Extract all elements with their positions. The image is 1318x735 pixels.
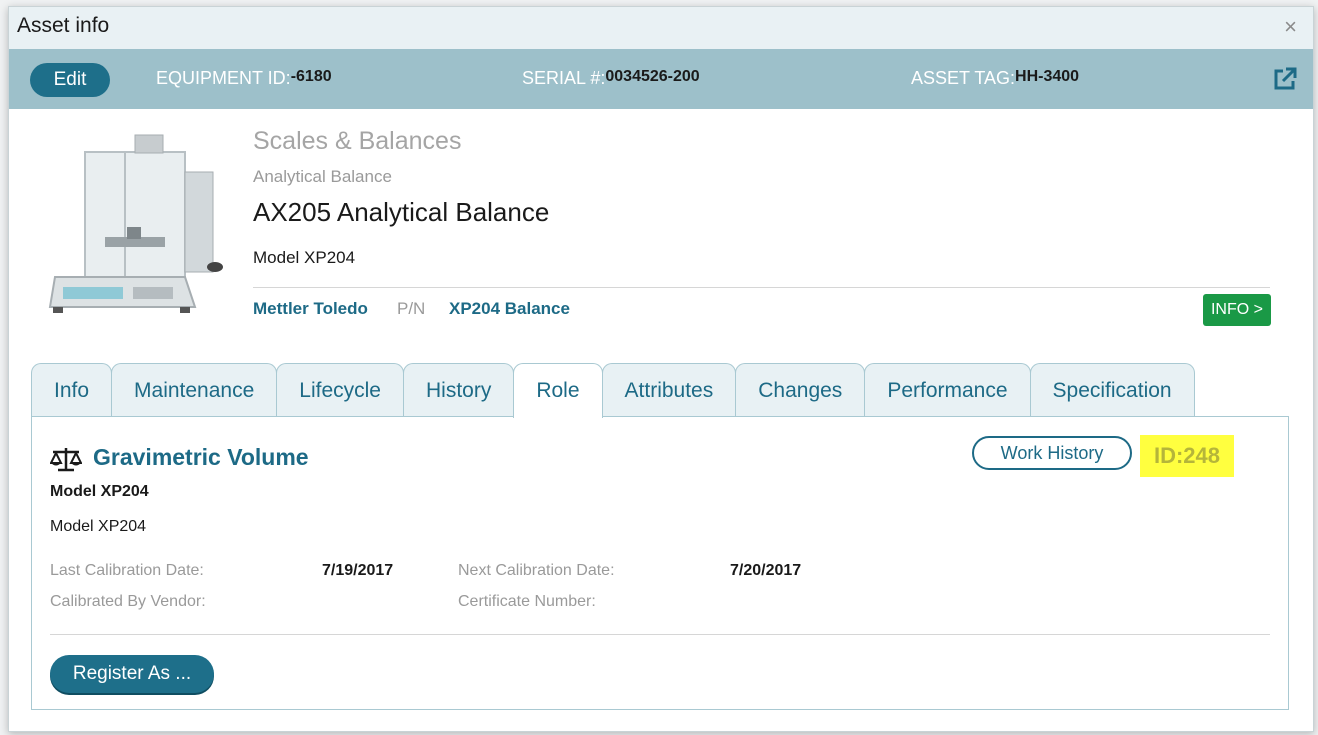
tab-info[interactable]: Info — [31, 363, 113, 417]
tab-changes[interactable]: Changes — [735, 363, 866, 417]
tab-attributes[interactable]: Attributes — [601, 363, 737, 417]
dialog-titlebar: Asset info × — [9, 7, 1313, 49]
tab-bar: Info Maintenance Lifecycle History Role … — [31, 363, 1195, 418]
product-image — [48, 134, 223, 313]
last-calibration-label: Last Calibration Date: — [50, 562, 204, 579]
info-button[interactable]: INFO > — [1203, 294, 1271, 326]
equipment-id-value: -6180 — [290, 68, 332, 85]
next-calibration-value: 7/20/2017 — [730, 562, 802, 579]
serial-value: 0034526-200 — [605, 68, 700, 85]
close-icon[interactable]: × — [1284, 16, 1297, 38]
equipment-id-label: EQUIPMENT ID: — [156, 68, 291, 88]
role-model-heading: Model XP204 — [50, 483, 149, 500]
asset-info-dialog: Asset info × Edit EQUIPMENT ID: -6180 SE… — [8, 6, 1314, 732]
serial-number: SERIAL #: 0034526-200 — [522, 68, 700, 89]
edit-button[interactable]: Edit — [30, 63, 110, 97]
tab-lifecycle[interactable]: Lifecycle — [276, 363, 404, 417]
asset-tag: ASSET TAG: HH-3400 — [911, 68, 1079, 89]
equipment-info-bar: Edit EQUIPMENT ID: -6180 SERIAL #: 00345… — [9, 49, 1313, 109]
tab-maintenance[interactable]: Maintenance — [111, 363, 278, 417]
divider — [253, 287, 1270, 288]
calibrated-by-vendor-label: Calibrated By Vendor: — [50, 593, 206, 610]
last-calibration-value: 7/19/2017 — [322, 562, 394, 579]
tab-role[interactable]: Role — [513, 363, 603, 418]
serial-label: SERIAL #: — [522, 68, 606, 88]
tab-performance[interactable]: Performance — [864, 363, 1031, 417]
work-history-button[interactable]: Work History — [972, 436, 1132, 470]
product-model: Model XP204 — [253, 248, 356, 267]
part-number-link[interactable]: XP204 Balance — [449, 299, 570, 319]
product-category: Scales & Balances — [253, 127, 462, 155]
register-as-button[interactable]: Register As ... — [50, 655, 214, 693]
part-number-label: P/N — [397, 299, 426, 318]
divider — [50, 634, 1270, 635]
tab-specification[interactable]: Specification — [1029, 363, 1195, 417]
next-calibration-label: Next Calibration Date: — [458, 562, 615, 579]
role-title: Gravimetric Volume — [93, 444, 309, 470]
role-panel: Gravimetric Volume Model XP204 Model XP2… — [31, 416, 1289, 710]
product-name: AX205 Analytical Balance — [253, 197, 550, 227]
dialog-title: Asset info — [17, 14, 110, 37]
manufacturer-link[interactable]: Mettler Toledo — [253, 299, 368, 319]
role-model: Model XP204 — [50, 518, 147, 535]
asset-tag-label: ASSET TAG: — [911, 68, 1016, 88]
equipment-id: EQUIPMENT ID: -6180 — [156, 68, 332, 89]
balance-scale-icon — [50, 448, 82, 472]
id-badge: ID:248 — [1140, 435, 1234, 477]
external-link-icon[interactable] — [1271, 65, 1299, 93]
product-subcategory: Analytical Balance — [253, 167, 392, 186]
tab-history[interactable]: History — [402, 363, 515, 417]
asset-tag-value: HH-3400 — [1015, 68, 1080, 85]
certificate-number-label: Certificate Number: — [458, 593, 596, 610]
